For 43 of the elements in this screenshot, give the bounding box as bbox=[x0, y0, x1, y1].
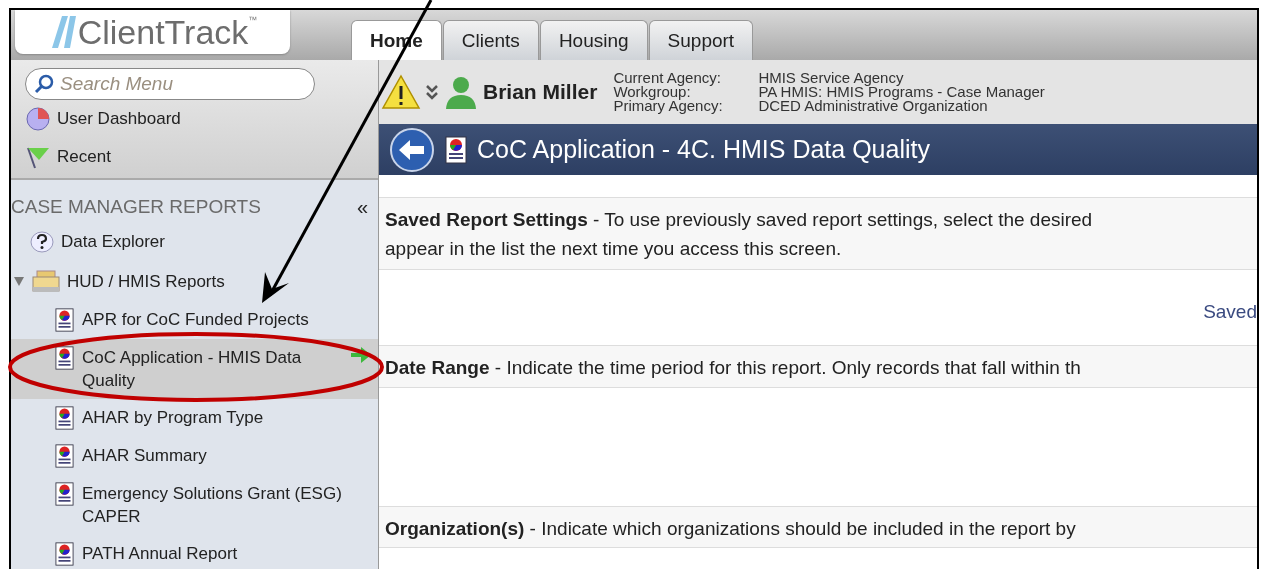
search-icon bbox=[34, 74, 54, 94]
page-title: CoC Application - 4C. HMIS Data Quality bbox=[477, 133, 930, 165]
tree-item[interactable]: HUD / HMIS Reports bbox=[67, 268, 225, 294]
report-icon bbox=[55, 406, 74, 430]
folder-icon bbox=[31, 269, 61, 294]
menu-link[interactable]: Recent bbox=[57, 144, 111, 170]
report-item[interactable]: PATH Annual Report bbox=[11, 535, 378, 569]
detail-label: Primary Agency: bbox=[613, 99, 724, 114]
tab[interactable]: Clients bbox=[442, 19, 539, 60]
report-item[interactable]: CoC Application - HMIS Data Quality bbox=[11, 339, 378, 399]
report-item[interactable]: Emergency Solutions Grant (ESG) CAPER bbox=[11, 475, 378, 535]
report-icon bbox=[55, 444, 74, 468]
report-item[interactable]: APR for CoC Funded Projects bbox=[11, 301, 378, 339]
dashboard-icon bbox=[25, 106, 51, 132]
collapse-button[interactable]: « bbox=[356, 192, 368, 222]
trademark: ™ bbox=[248, 14, 258, 27]
report-icon bbox=[55, 308, 74, 332]
help-icon bbox=[29, 229, 55, 254]
report-icon bbox=[445, 135, 467, 164]
section-description: Organization(s) - Indicate which organizations should be included in the report by bbox=[385, 517, 1077, 541]
report-icon bbox=[55, 482, 74, 506]
section-description: appear in the list the next time you access this screen. bbox=[385, 236, 843, 261]
section-description: Saved Report Settings - To use previously saved report settings, select the desired bbox=[385, 208, 1094, 232]
tab[interactable]: Housing bbox=[539, 19, 648, 60]
report-icon bbox=[55, 346, 74, 370]
tree-item[interactable]: Data Explorer bbox=[61, 229, 165, 255]
section-description: Date Range - Indicate the time period for this report. Only records that fall within th bbox=[385, 356, 1082, 380]
double-chevron-icon[interactable] bbox=[425, 83, 439, 101]
back-button[interactable] bbox=[389, 126, 435, 173]
logo-text: ClientTrack bbox=[77, 15, 249, 49]
saved-settings-label: Saved bbox=[1202, 300, 1257, 324]
detail-label: Current Agency: bbox=[613, 70, 722, 85]
report-icon bbox=[55, 542, 74, 566]
user-icon bbox=[443, 75, 479, 109]
menu-link[interactable]: User Dashboard bbox=[57, 106, 181, 132]
report-item[interactable]: AHAR by Program Type bbox=[11, 399, 378, 437]
warning-icon bbox=[381, 74, 421, 110]
search-field[interactable]: Search Menu bbox=[25, 68, 315, 100]
report-item[interactable]: AHAR Summary bbox=[11, 437, 378, 475]
section-title: CASE MANAGER REPORTS bbox=[11, 194, 261, 219]
user-name: Brian Miller bbox=[483, 79, 598, 106]
tab[interactable]: Support bbox=[648, 19, 754, 60]
expand-caret-icon[interactable] bbox=[13, 275, 25, 288]
